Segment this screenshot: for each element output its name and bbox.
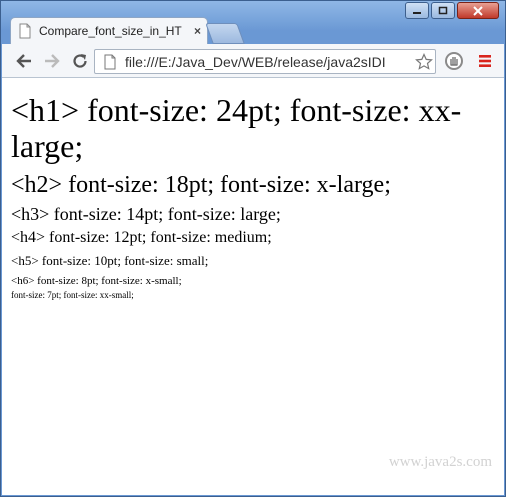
star-icon <box>415 52 433 70</box>
extension-button[interactable] <box>443 50 465 72</box>
page-content: <h1> font-size: 24pt; font-size: xx-larg… <box>2 78 504 495</box>
new-tab-button[interactable] <box>205 23 245 44</box>
minimize-button[interactable] <box>405 2 429 19</box>
heading-h6-text: <h6> font-size: 8pt; font-size: x-small; <box>11 275 182 287</box>
hamburger-menu-icon <box>479 55 491 67</box>
arrow-left-icon <box>16 54 31 68</box>
back-button[interactable] <box>13 50 35 72</box>
maximize-icon <box>438 6 448 14</box>
xx-small-text: font-size: 7pt; font-size: xx-small; <box>11 290 134 300</box>
heading-h4-text: <h4> font-size: 12pt; font-size: medium; <box>11 229 272 246</box>
heading-h1-text: <h1> font-size: 24pt; font-size: xx-larg… <box>11 92 462 164</box>
forward-button[interactable] <box>41 50 63 72</box>
menu-button[interactable] <box>474 50 496 72</box>
address-bar[interactable]: file:///E:/Java_Dev/WEB/release/java2sID… <box>94 49 436 74</box>
toolbar: file:///E:/Java_Dev/WEB/release/java2sID… <box>2 44 504 78</box>
tab-close-icon[interactable]: × <box>194 24 201 38</box>
heading-h5-text: <h5> font-size: 10pt; font-size: small; <box>11 253 209 268</box>
arrow-right-icon <box>45 54 60 68</box>
reload-button[interactable] <box>69 50 91 72</box>
adblock-icon <box>445 52 463 70</box>
window-controls <box>405 2 499 19</box>
bookmark-star-button[interactable] <box>413 52 435 71</box>
heading-h2-text: <h2> font-size: 18pt; font-size: x-large… <box>11 172 391 198</box>
browser-window: Compare_font_size_in_HT × file:///E:/Jav… <box>0 0 506 497</box>
url-text[interactable]: file:///E:/Java_Dev/WEB/release/java2sID… <box>125 54 413 70</box>
watermark: www.java2s.com <box>388 454 492 470</box>
tab-title: Compare_font_size_in_HT <box>39 24 182 38</box>
heading-h3-text: <h3> font-size: 14pt; font-size: large; <box>11 204 281 224</box>
close-window-button[interactable] <box>457 2 499 19</box>
page-icon <box>104 54 116 69</box>
maximize-button[interactable] <box>431 2 455 19</box>
minimize-icon <box>413 11 421 14</box>
close-icon <box>473 5 483 16</box>
tab-active[interactable]: Compare_font_size_in_HT × <box>10 17 208 44</box>
page-icon <box>19 23 31 39</box>
reload-icon <box>73 54 87 68</box>
